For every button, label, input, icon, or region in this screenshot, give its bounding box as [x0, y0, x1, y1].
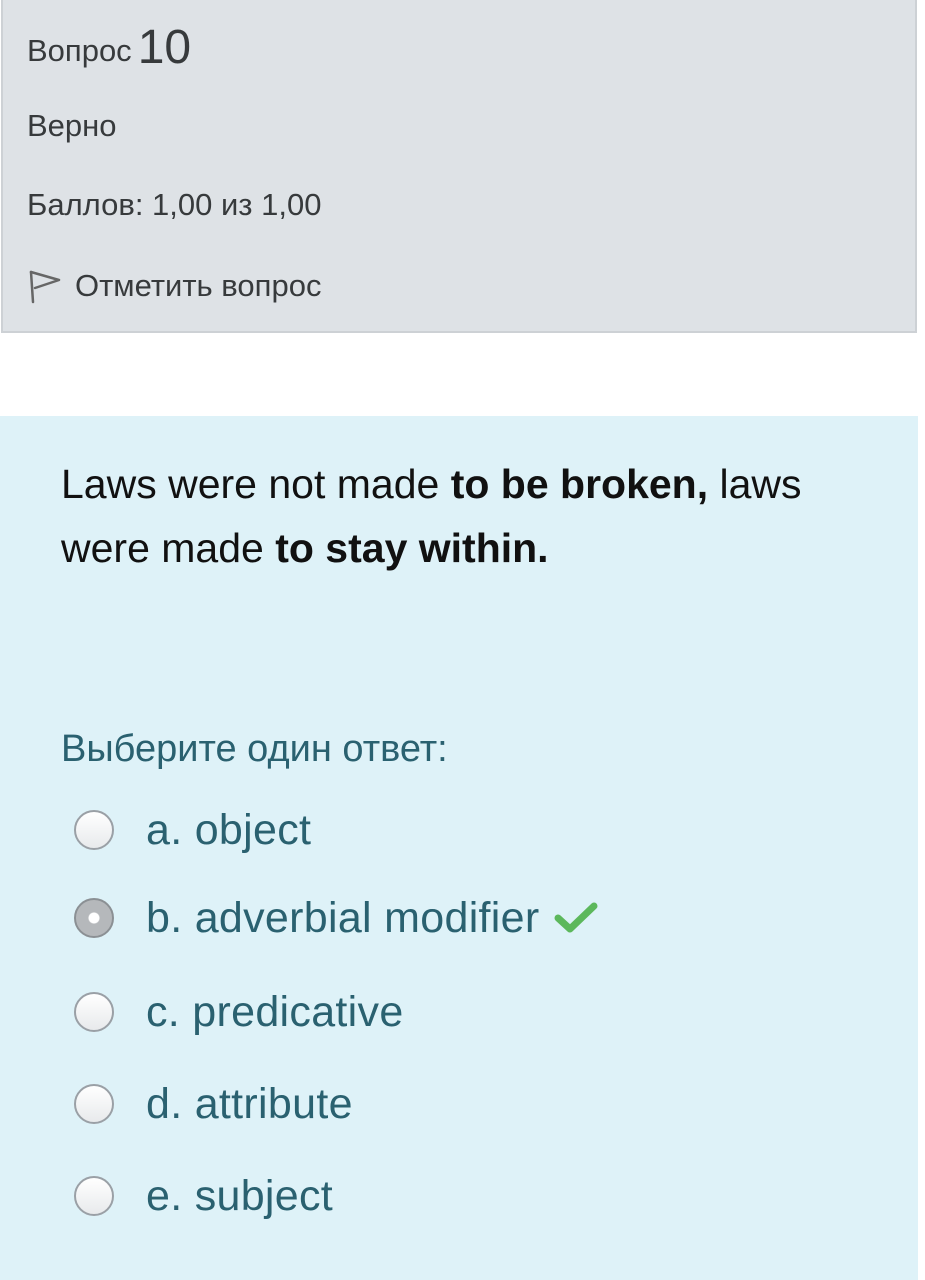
answer-label-a: a. object — [146, 806, 312, 854]
question-number-heading: Вопрос 10 — [27, 22, 191, 77]
question-grade: Баллов: 1,00 из 1,00 — [27, 187, 322, 222]
answer-option-c[interactable]: c. predicative — [74, 982, 404, 1042]
answer-label-b: b. adverbial modifier — [146, 894, 540, 942]
answer-radio-b[interactable] — [74, 898, 114, 938]
answer-radio-c[interactable] — [74, 992, 114, 1032]
question-word: Вопрос — [27, 33, 132, 68]
answer-label-c: c. predicative — [146, 988, 404, 1036]
question-text-part: to be broken, — [450, 461, 709, 507]
answer-option-b[interactable]: b. adverbial modifier — [74, 888, 598, 948]
flag-question-label: Отметить вопрос — [75, 268, 322, 303]
question-text: Laws were not made to be broken, laws we… — [61, 452, 821, 580]
flag-question-button[interactable]: Отметить вопрос — [27, 264, 321, 308]
quiz-page: Вопрос 10 Верно Баллов: 1,00 из 1,00 Отме… — [0, 0, 925, 1280]
check-icon — [554, 900, 598, 936]
answer-option-a[interactable]: a. object — [74, 800, 311, 860]
answer-option-d[interactable]: d. attribute — [74, 1074, 353, 1134]
question-text-part: Laws were not made — [61, 461, 451, 507]
question-info-panel: Вопрос 10 Верно Баллов: 1,00 из 1,00 Отме… — [1, 0, 917, 333]
answer-radio-a[interactable] — [74, 810, 114, 850]
answer-radio-e[interactable] — [74, 1176, 114, 1216]
question-state: Верно — [27, 108, 117, 143]
answer-option-e[interactable]: e. subject — [74, 1166, 333, 1226]
answer-label-e: e. subject — [146, 1172, 334, 1220]
flag-icon — [27, 266, 63, 306]
answer-label-d: d. attribute — [146, 1080, 353, 1128]
question-number: 10 — [137, 21, 192, 74]
answer-radio-d[interactable] — [74, 1084, 114, 1124]
answer-prompt: Выберите один ответ: — [61, 728, 448, 770]
question-text-part: to stay within. — [275, 525, 549, 571]
